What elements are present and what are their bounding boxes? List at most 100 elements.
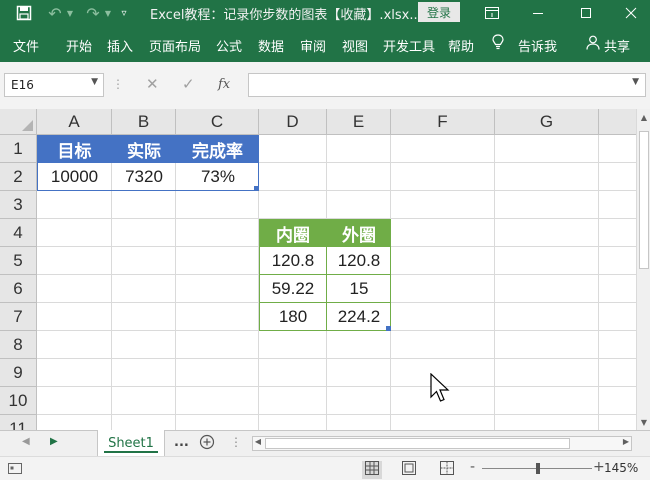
minimize-icon[interactable] [528,3,548,23]
cell-c2[interactable]: 73% [176,163,259,191]
scroll-right-icon[interactable]: ▶ [621,437,631,446]
tab-home[interactable]: 开始 [66,36,92,55]
column-header-d[interactable]: D [259,109,327,135]
cell-e7[interactable]: 224.2 [327,303,391,331]
row-header-9[interactable]: 9 [0,359,37,387]
row-header-4[interactable]: 4 [0,219,37,247]
vertical-dots-icon: ⋮ [112,77,124,91]
page-break-view-icon[interactable] [440,461,454,479]
cell-d5[interactable]: 120.8 [259,247,327,275]
save-icon[interactable] [14,3,34,23]
chevron-down-icon[interactable]: ▼ [91,77,98,87]
row-header-11[interactable]: 11 [0,415,37,430]
column-header-c[interactable]: C [176,109,259,135]
cell-e6[interactable]: 15 [327,275,391,303]
zoom-slider-thumb[interactable] [536,463,540,474]
splitter-icon[interactable]: ⋮ [230,435,242,449]
maximize-icon[interactable] [576,3,596,23]
cell-e5[interactable]: 120.8 [327,247,391,275]
name-box[interactable]: E16 ▼ [4,73,104,97]
cell-a2[interactable]: 10000 [37,163,112,191]
mouse-cursor-icon [430,372,450,409]
redo-dropdown-icon[interactable]: ▼ [102,3,114,23]
column-header-b[interactable]: B [112,109,176,135]
row-header-8[interactable]: 8 [0,331,37,359]
cell-d6[interactable]: 59.22 [259,275,327,303]
tell-me-search[interactable]: 告诉我 [518,36,557,55]
redo-icon[interactable]: ↷ [82,3,104,23]
tab-view[interactable]: 视图 [342,36,368,55]
cell-c1-header-rate[interactable]: 完成率 [176,135,259,163]
ribbon-display-options-icon[interactable] [482,3,502,23]
scroll-up-icon[interactable]: ▲ [638,110,650,124]
zoom-in-button[interactable]: + [593,459,605,475]
tab-developer[interactable]: 开发工具 [383,36,435,55]
enter-check-icon[interactable]: ✓ [182,75,195,93]
column-header-a[interactable]: A [37,109,112,135]
row-header-1[interactable]: 1 [0,135,37,163]
insert-function-icon[interactable]: fx [218,77,230,92]
zoom-level[interactable]: 145% [604,461,638,475]
more-sheets-button[interactable]: ... [174,435,189,450]
tab-page-layout[interactable]: 页面布局 [149,36,201,55]
worksheet-grid[interactable]: A B C D E F G 1 2 3 4 5 6 7 8 9 10 11 目标… [0,109,636,430]
vertical-scrollbar[interactable]: ▲ ▼ [636,109,650,430]
select-all-button[interactable] [0,109,37,135]
close-icon[interactable] [621,3,641,23]
customize-toolbar-icon[interactable]: ▿ [117,3,131,23]
undo-icon[interactable]: ↶ [44,3,66,23]
tab-formulas[interactable]: 公式 [216,36,242,55]
expand-formula-bar-icon[interactable]: ▼ [632,77,639,87]
horizontal-scroll-thumb[interactable] [265,438,570,449]
undo-dropdown-icon[interactable]: ▼ [64,3,76,23]
share-button[interactable]: 共享 [604,36,630,55]
sheet-tab-sheet1[interactable]: Sheet1 [97,430,165,456]
ribbon-collapsed-area [0,62,650,70]
page-layout-view-icon[interactable] [402,461,416,479]
row-header-10[interactable]: 10 [0,387,37,415]
tab-review[interactable]: 审阅 [300,36,326,55]
row-header-6[interactable]: 6 [0,275,37,303]
macro-record-icon[interactable] [8,461,22,479]
horizontal-scrollbar[interactable]: ◀ ▶ [252,436,632,451]
table1-resize-handle[interactable] [254,186,259,191]
column-header-f[interactable]: F [391,109,495,135]
login-button[interactable]: 登录 [418,2,460,22]
gridline [37,414,636,415]
row-header-3[interactable]: 3 [0,191,37,219]
lightbulb-icon[interactable] [492,34,504,54]
row-header-7[interactable]: 7 [0,303,37,331]
cell-e4-header-outer[interactable]: 外圈 [327,219,391,247]
sheet-next-icon[interactable]: ▶ [50,436,58,447]
vertical-scroll-thumb[interactable] [639,131,649,269]
ribbon-tabs: 文件 开始 插入 页面布局 公式 数据 审阅 视图 开发工具 帮助 告诉我 共享 [0,26,650,62]
tab-insert[interactable]: 插入 [107,36,133,55]
scroll-down-icon[interactable]: ▼ [638,415,650,429]
gridline [37,358,636,359]
cell-d4-header-inner[interactable]: 内圈 [259,219,327,247]
tab-help[interactable]: 帮助 [448,36,474,55]
tab-data[interactable]: 数据 [258,36,284,55]
scroll-left-icon[interactable]: ◀ [253,437,263,446]
normal-view-icon[interactable] [362,461,382,479]
column-header-e[interactable]: E [327,109,391,135]
cell-d7[interactable]: 180 [259,303,327,331]
row-header-2[interactable]: 2 [0,163,37,191]
table2-resize-handle[interactable] [386,326,391,331]
cell-b1-header-actual[interactable]: 实际 [112,135,176,163]
gridline [37,386,636,387]
add-sheet-icon[interactable] [199,434,215,454]
name-box-value: E16 [11,78,34,92]
column-header-g[interactable]: G [495,109,599,135]
tab-file[interactable]: 文件 [13,36,39,55]
share-user-icon[interactable] [586,35,600,54]
column-header-h[interactable] [599,109,636,135]
row-header-5[interactable]: 5 [0,247,37,275]
cancel-icon[interactable]: ✕ [146,75,159,93]
title-bar: ↶ ▼ ↷ ▼ ▿ Excel教程：记录你步数的图表【收藏】.xlsx... 登… [0,0,650,26]
cell-a1-header-target[interactable]: 目标 [37,135,112,163]
formula-input[interactable]: ▼ [248,73,646,97]
sheet-prev-icon[interactable]: ◀ [22,436,30,447]
zoom-out-button[interactable]: - [470,459,475,475]
cell-b2[interactable]: 7320 [112,163,176,191]
